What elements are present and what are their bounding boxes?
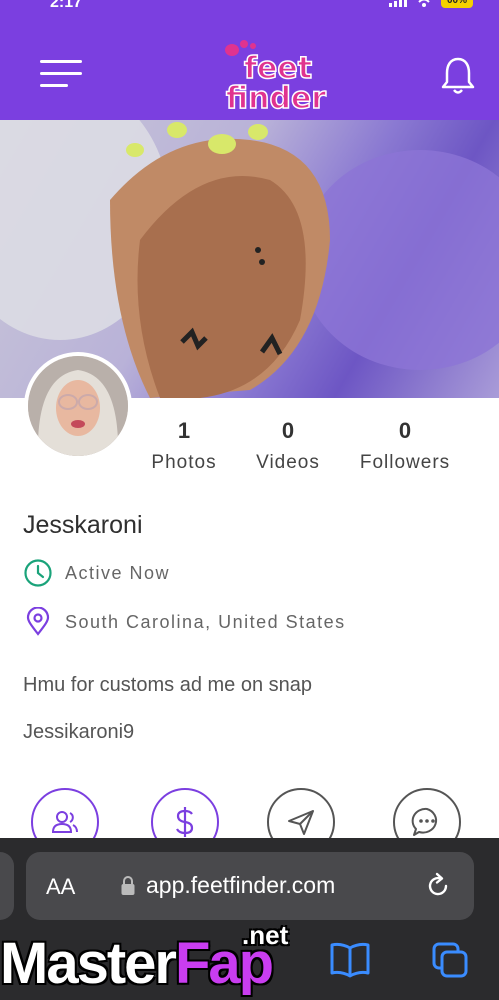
logo-graphic: feet finder	[225, 40, 327, 117]
app-header: 2:17 00% feet finder	[0, 0, 499, 120]
feetfinder-logo[interactable]: feet finder	[218, 40, 338, 117]
chat-icon	[411, 807, 438, 836]
send-icon	[288, 810, 314, 835]
signal-icon	[389, 0, 407, 7]
stat-followers[interactable]: 0 Followers	[353, 418, 457, 474]
location-text: South Carolina, United States	[65, 611, 346, 632]
videos-count: 0	[281, 418, 295, 443]
active-status-row: Active Now	[23, 558, 170, 588]
battery-icon: 00%	[441, 0, 473, 8]
previous-tab-stub[interactable]	[0, 852, 14, 920]
stat-photos[interactable]: 1 Photos	[147, 418, 221, 474]
users-icon	[51, 811, 78, 833]
followers-label: Followers	[359, 452, 451, 473]
followers-count: 0	[398, 418, 412, 443]
hamburger-menu-icon[interactable]	[40, 60, 82, 90]
watermark-part1: Master	[0, 931, 177, 996]
status-time: 2:17	[50, 0, 83, 11]
bell-icon[interactable]	[440, 56, 476, 96]
bookmarks-icon[interactable]	[328, 940, 372, 980]
clock-icon	[24, 559, 52, 587]
avatar[interactable]	[24, 352, 132, 460]
wifi-icon	[418, 0, 430, 7]
avatar-photo	[28, 356, 128, 456]
dollar-icon	[176, 807, 194, 837]
url-text[interactable]: app.feetfinder.com	[146, 872, 335, 899]
active-status-text: Active Now	[65, 562, 171, 583]
stat-videos[interactable]: 0 Videos	[250, 418, 326, 474]
watermark-suffix: .net	[242, 920, 289, 950]
status-icons: 00%	[389, 0, 473, 8]
photos-count: 1	[177, 418, 191, 443]
lock-icon	[121, 876, 135, 895]
tabs-icon[interactable]	[430, 940, 470, 980]
profile-username: Jesskaroni	[23, 511, 143, 539]
bio-line-2: Jessikaroni9	[23, 721, 135, 743]
reload-icon[interactable]	[424, 872, 452, 900]
watermark: MasterFap .net	[0, 920, 320, 1000]
reader-settings-button[interactable]: AA	[46, 874, 75, 900]
location-row: South Carolina, United States	[23, 607, 346, 637]
status-bar: 2:17 00%	[0, 0, 499, 16]
photos-label: Photos	[151, 452, 217, 473]
videos-label: Videos	[256, 452, 320, 473]
logo-line2: finder	[226, 81, 326, 112]
location-pin-icon	[26, 607, 50, 636]
bio-line-1: Hmu for customs ad me on snap	[23, 674, 313, 696]
